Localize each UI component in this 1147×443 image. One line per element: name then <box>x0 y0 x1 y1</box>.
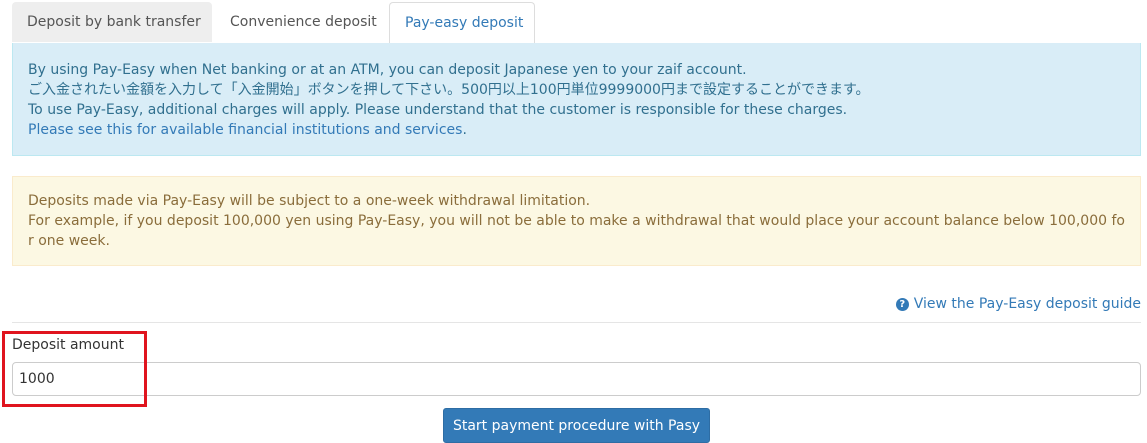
divider <box>12 322 1141 323</box>
withdrawal-limit-warning: Deposits made via Pay-Easy will be subje… <box>12 176 1141 266</box>
warning-line-2: For example, if you deposit 100,000 yen … <box>28 213 1125 249</box>
tab-pay-easy-deposit[interactable]: Pay-easy deposit <box>389 2 535 44</box>
tab-convenience-deposit[interactable]: Convenience deposit <box>215 2 388 42</box>
info-line-2: ご入金されたい金額を入力して「入金開始」ボタンを押して下さい。500円以上100… <box>28 82 870 98</box>
financial-institutions-link[interactable]: Please see this for available financial … <box>28 122 462 138</box>
deposit-method-tabs: Deposit by bank transfer Convenience dep… <box>12 0 1141 44</box>
start-payment-button[interactable]: Start payment procedure with Pasy <box>443 408 710 443</box>
info-line-1: By using Pay-Easy when Net banking or at… <box>28 62 747 78</box>
question-circle-icon: ? <box>895 297 909 311</box>
deposit-amount-input[interactable] <box>12 362 1141 396</box>
info-line-3: To use Pay-Easy, additional charges will… <box>28 102 848 118</box>
info-line-4: Please see this for available financial … <box>28 122 467 138</box>
info-alert: By using Pay-Easy when Net banking or at… <box>12 43 1141 156</box>
warning-line-1: Deposits made via Pay-Easy will be subje… <box>28 193 591 209</box>
tab-bank-transfer[interactable]: Deposit by bank transfer <box>12 2 212 42</box>
pay-easy-guide-link[interactable]: ? View the Pay-Easy deposit guide <box>895 296 1141 312</box>
pay-easy-guide-label: View the Pay-Easy deposit guide <box>913 296 1141 312</box>
highlight-box <box>2 331 147 407</box>
